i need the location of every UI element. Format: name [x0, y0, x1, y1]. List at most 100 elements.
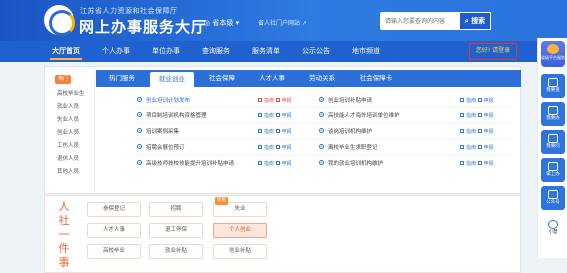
life-event-employment-subsidy[interactable]: 就业补贴: [149, 244, 203, 259]
guide-link[interactable]: 指南: [258, 97, 275, 104]
guide-label: 指南: [466, 145, 477, 151]
life-event-recruit[interactable]: 招聘: [149, 202, 203, 217]
category-injured[interactable]: 工伤人员: [57, 141, 79, 149]
guide-link[interactable]: 指南: [460, 128, 476, 135]
nav-item-service-list[interactable]: 服务清单: [244, 41, 288, 62]
service-item[interactable]: 创业培训补贴申请: [319, 96, 372, 106]
category-others[interactable]: 其他人员: [57, 167, 79, 175]
toolbar-label: 我要查: [546, 88, 560, 93]
guide-icon: [460, 97, 464, 102]
service-name: 创业培训计划发布: [146, 98, 191, 104]
apply-link[interactable]: 申报: [275, 128, 292, 135]
platform-label: 省级平台服务: [541, 55, 565, 60]
apply-link[interactable]: 申报: [275, 144, 292, 151]
category-graduates[interactable]: 高校毕业生: [57, 89, 85, 97]
tab-ss-card[interactable]: 社会保障卡: [350, 70, 402, 87]
tab-hot-services[interactable]: 热门服务: [100, 70, 144, 87]
category-unemployed[interactable]: 失业人员: [57, 115, 79, 123]
service-item[interactable]: 创业培训计划发布: [137, 96, 190, 106]
nav-item-query[interactable]: 查询服务: [194, 41, 238, 62]
service-item[interactable]: 培训案例采集: [137, 127, 179, 137]
guide-link[interactable]: 指南: [460, 160, 476, 167]
heading-char: 事: [58, 256, 70, 269]
category-retired[interactable]: 退休人员: [57, 154, 79, 162]
tab-social-security[interactable]: 社会保障: [200, 70, 244, 87]
service-item[interactable]: 我的就业培训机构维护: [319, 159, 383, 169]
service-item[interactable]: 谈岗培训机构维护: [319, 127, 372, 137]
category-employed[interactable]: 就业人员: [57, 102, 79, 110]
service-item[interactable]: 高级技师技校技能提升培训补贴申请: [137, 159, 234, 169]
life-event-graduate[interactable]: 高校毕业: [87, 244, 141, 259]
apply-link[interactable]: 申报: [477, 97, 494, 104]
apply-icon: [477, 97, 482, 102]
life-event-startup[interactable]: 个人创业: [213, 223, 267, 238]
apply-label: 申报: [483, 161, 494, 167]
tab-labor-relations[interactable]: 劳动关系: [300, 70, 344, 87]
tab-employment[interactable]: 就业创业: [150, 72, 194, 87]
apply-label: 申报: [281, 161, 292, 167]
tab-talent[interactable]: 人才人事: [250, 70, 294, 87]
guide-icon: [460, 128, 464, 133]
guide-label: 指南: [264, 161, 275, 167]
nav-item-notices[interactable]: 公示公告: [294, 41, 338, 62]
category-entrepreneurs[interactable]: 创业人员: [57, 128, 79, 136]
provincial-platform-button[interactable]: 省级平台服务: [541, 41, 565, 67]
apply-link[interactable]: 申报: [477, 112, 494, 119]
life-event-stop-insurance[interactable]: 退工停保: [149, 223, 203, 238]
apply-icon: [275, 112, 280, 117]
life-event-register[interactable]: 参保登记: [87, 202, 141, 217]
apply-icon: [275, 144, 280, 149]
document-icon: [548, 106, 558, 115]
guide-link[interactable]: 指南: [258, 112, 274, 119]
guide-link[interactable]: 指南: [258, 128, 274, 135]
nav-item-personal[interactable]: 个人办事: [94, 41, 138, 62]
toolbar-handle-button[interactable]: 我要办: [541, 102, 565, 126]
guide-icon: [460, 144, 464, 149]
apply-link[interactable]: 申报: [477, 160, 494, 167]
service-item[interactable]: 招聘会展位预订: [137, 143, 185, 153]
site-logo-icon[interactable]: [44, 5, 75, 36]
question-icon: [548, 134, 558, 143]
guide-link[interactable]: 指南: [258, 144, 274, 151]
location-selector[interactable]: ◎ 省本级 ▾: [204, 18, 239, 28]
portal-link[interactable]: 省人社门户网站 ↗: [258, 18, 307, 27]
toolbar-ask-button[interactable]: 我要问: [541, 130, 565, 154]
nav-item-company[interactable]: 单位办事: [144, 41, 188, 62]
login-link[interactable]: 您好! 请登录: [469, 43, 517, 60]
service-actions: 指南 申报: [258, 127, 292, 137]
toolbar-assistant-button[interactable]: 小慧: [541, 216, 565, 240]
guide-label: 指南: [466, 113, 477, 119]
apply-link[interactable]: 申报: [275, 97, 292, 104]
heading-char: 件: [58, 242, 70, 255]
search-button[interactable]: ⌕ 搜索: [459, 12, 491, 30]
apply-link[interactable]: 申报: [275, 112, 292, 119]
service-name: 招聘会展位预订: [146, 145, 185, 151]
guide-link[interactable]: 指南: [460, 144, 477, 151]
guide-label: 指南: [264, 98, 275, 104]
search-input[interactable]: [380, 12, 459, 30]
service-actions: 指南 申报: [460, 143, 494, 153]
life-event-talent[interactable]: 人才人事: [87, 223, 141, 238]
apply-link[interactable]: 申报: [477, 144, 494, 151]
toolbar-wechat-button[interactable]: 公众号: [541, 186, 565, 210]
apply-link[interactable]: 申报: [477, 128, 494, 135]
nav-item-home[interactable]: 大厅首页: [44, 41, 88, 62]
apply-icon: [477, 112, 482, 117]
nav-item-city-channel[interactable]: 地市频道: [344, 41, 388, 62]
service-item[interactable]: 项目制培训机构资格管理: [137, 111, 207, 121]
service-name: 谈岗培训机构维护: [328, 129, 373, 135]
service-item[interactable]: 离校毕业生求职登记: [319, 143, 378, 153]
guide-link[interactable]: 指南: [258, 160, 275, 167]
toolbar-mobile-button[interactable]: 掌上办: [541, 158, 565, 182]
toolbar-query-button[interactable]: 我要查: [541, 74, 565, 98]
apply-link[interactable]: 申报: [275, 160, 292, 167]
apply-label: 申报: [281, 98, 292, 104]
bullet-icon: [137, 144, 142, 149]
life-event-startup-subsidy[interactable]: 创业补贴: [213, 244, 267, 259]
service-item[interactable]: 高技能人才海外培训单位维护: [319, 111, 400, 121]
search-button-label: 搜索: [471, 17, 486, 25]
mobile-icon: [548, 162, 558, 171]
guide-link[interactable]: 指南: [460, 97, 476, 104]
guide-link[interactable]: 指南: [460, 112, 477, 119]
guide-icon: [258, 112, 262, 117]
